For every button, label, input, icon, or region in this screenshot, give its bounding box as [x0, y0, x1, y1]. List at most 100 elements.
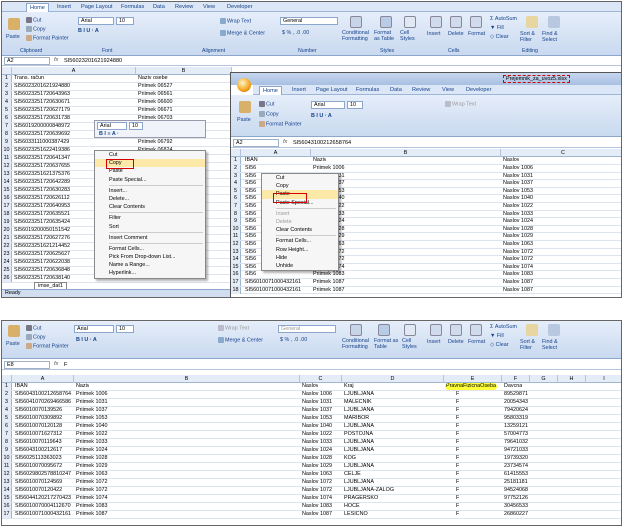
tab-insert[interactable]: Insert	[54, 3, 74, 12]
cell-kraj[interactable]: LESIČNO	[344, 511, 442, 518]
column-header-f[interactable]: F	[502, 375, 530, 383]
wrap-text-button[interactable]: Wrap Text	[445, 101, 476, 107]
row-number[interactable]: 17	[2, 203, 12, 210]
cell-pravna-fizicna-oseba[interactable]: F	[456, 391, 500, 398]
cell-naslov[interactable]: Naslov 1033	[503, 211, 621, 218]
cell-kraj[interactable]: LJUBLJANA	[344, 391, 442, 398]
cell-pravna-fizicna-oseba[interactable]: F	[456, 439, 500, 446]
cell-iban[interactable]: SI56025113363023	[15, 455, 73, 462]
cell-kraj[interactable]: HOČE	[344, 503, 442, 510]
cell-naziv[interactable]: Priimek 1006	[76, 391, 298, 398]
name-box[interactable]: E8	[4, 361, 50, 369]
cell-iban[interactable]: SI56043100212617	[15, 447, 73, 454]
cell-b[interactable]: Priimek 06792	[138, 139, 230, 146]
cell-naslov[interactable]: Naslov 1028	[302, 455, 342, 462]
cell-davcna[interactable]: 79420624	[504, 407, 530, 414]
fill-button[interactable]: ▼ Fill	[490, 25, 504, 31]
row-number[interactable]: 5	[2, 415, 12, 422]
column-header-i[interactable]: I	[586, 375, 621, 383]
menu-item-cut[interactable]: Cut	[262, 174, 338, 182]
header-iban[interactable]: IBAN	[245, 157, 258, 164]
tab-page-layout[interactable]: Page Layout	[78, 3, 115, 12]
cell-kraj[interactable]: LJUBLJANA	[344, 479, 442, 486]
header-pravna-fizicna-oseba[interactable]: PravnaFizicnaOseba	[445, 383, 498, 390]
row-number[interactable]: 6	[2, 423, 12, 430]
column-header-c[interactable]: C	[501, 149, 621, 157]
cell-davcna[interactable]: 13259121	[504, 423, 530, 430]
cell-naziv[interactable]: Priimek 1037	[313, 180, 499, 187]
cell-naslov[interactable]: Naslov 1029	[503, 233, 621, 240]
cell-kraj[interactable]: POSTOJNA	[344, 431, 442, 438]
copy-button[interactable]: Copy	[26, 334, 46, 340]
office-button[interactable]	[237, 78, 251, 92]
tab-home[interactable]: Home	[259, 86, 282, 95]
column-header-a[interactable]: A	[241, 149, 311, 157]
header-naziv[interactable]: Naziv	[313, 157, 326, 164]
cell-b[interactable]: Priimek 06561	[138, 91, 230, 98]
cell-naslov[interactable]: Naslov 1033	[302, 439, 342, 446]
cell-iban[interactable]: SI56010070120422	[15, 487, 73, 494]
row-number[interactable]: 9	[2, 447, 12, 454]
cell-naslov[interactable]: Naslov 1022	[503, 203, 621, 210]
cell-naslov[interactable]: Naslov 1040	[503, 195, 621, 202]
cell-pravna-fizicna-oseba[interactable]: F	[456, 447, 500, 454]
cell-pravna-fizicna-oseba[interactable]: F	[456, 471, 500, 478]
cell-kraj[interactable]: CELJE	[344, 471, 442, 478]
column-header-b[interactable]: B	[136, 67, 232, 75]
cell-naslov[interactable]: Naslov 1029	[302, 463, 342, 470]
row-number[interactable]: 12	[2, 163, 12, 170]
cell-naziv[interactable]: Priimek 1087	[313, 279, 499, 286]
cell-naziv[interactable]: Priimek 1033	[313, 211, 499, 218]
cell-naziv[interactable]: Priimek 1083	[76, 503, 298, 510]
cell-naziv[interactable]: Priimek 1063	[313, 241, 499, 248]
row-number[interactable]: 11	[2, 155, 12, 162]
cell-pravna-fizicna-oseba[interactable]: F	[456, 407, 500, 414]
column-header-a[interactable]: A	[12, 67, 136, 75]
mini-format-buttons[interactable]: B I ≡ A ·	[99, 131, 119, 137]
cell-naziv[interactable]: Priimek 1024	[76, 447, 298, 454]
conditional-formatting-button[interactable]: Conditional Formatting	[342, 30, 372, 42]
cell-a[interactable]: SI56023251720627179	[14, 107, 134, 114]
row-number[interactable]: 15	[2, 495, 12, 502]
row-number[interactable]: 7	[231, 203, 241, 210]
cell-naziv[interactable]: Priimek 1037	[76, 407, 298, 414]
cell-b[interactable]: Naziv osebe	[138, 75, 230, 82]
cell-naziv[interactable]: Priimek 1029	[313, 233, 499, 240]
cell-davcna[interactable]: 30456533	[504, 503, 530, 510]
row-number[interactable]: 8	[2, 439, 12, 446]
insert-cells-button[interactable]: Insert	[427, 339, 440, 345]
cell-a[interactable]: SI56033111000387429	[14, 139, 134, 146]
cell-iban[interactable]: SI56029802578810247	[15, 471, 73, 478]
menu-item-insert[interactable]: Insert	[262, 210, 338, 218]
paste-button[interactable]: Paste	[237, 117, 251, 123]
font-size-select[interactable]: 10	[116, 325, 134, 333]
cell-naslov[interactable]: Naslov 1074	[302, 495, 342, 502]
row-number[interactable]: 25	[2, 267, 12, 274]
cell-naziv[interactable]: Priimek 1022	[313, 203, 499, 210]
column-header-g[interactable]: G	[530, 375, 558, 383]
cell-naslov[interactable]: Naslov 1053	[302, 415, 342, 422]
row-number[interactable]: 19	[2, 219, 12, 226]
cell-davcna[interactable]: 89529871	[504, 391, 530, 398]
row-number[interactable]: 13	[2, 171, 12, 178]
menu-item-format-cells[interactable]: Format Cells...	[262, 237, 338, 245]
cell-naslov[interactable]: Naslov 1087	[503, 287, 621, 294]
tab-data[interactable]: Data	[150, 3, 168, 12]
cell-kraj[interactable]: KOG	[344, 455, 442, 462]
cell-naziv[interactable]: Priimek 1033	[76, 439, 298, 446]
cell-naslov[interactable]: Naslov 1063	[302, 471, 342, 478]
cell-pravna-fizicna-oseba[interactable]: F	[456, 455, 500, 462]
row-number[interactable]: 14	[231, 256, 241, 264]
cell-kraj[interactable]: MALEČNIK	[344, 399, 442, 406]
column-header-b[interactable]: B	[311, 149, 501, 157]
row-number[interactable]: 23	[2, 251, 12, 258]
cut-button[interactable]: Cut	[26, 325, 41, 331]
column-header-d[interactable]: D	[342, 375, 444, 383]
column-header-h[interactable]: H	[558, 375, 586, 383]
cell-naziv[interactable]: Priimek 1072	[76, 479, 298, 486]
row-number[interactable]: 13	[2, 479, 12, 486]
row-number[interactable]: 1	[2, 383, 12, 390]
cell-naziv[interactable]: Priimek 1053	[76, 415, 298, 422]
row-number[interactable]: 26	[2, 275, 12, 282]
formula-input[interactable]: SI56043100212658764	[293, 139, 351, 147]
